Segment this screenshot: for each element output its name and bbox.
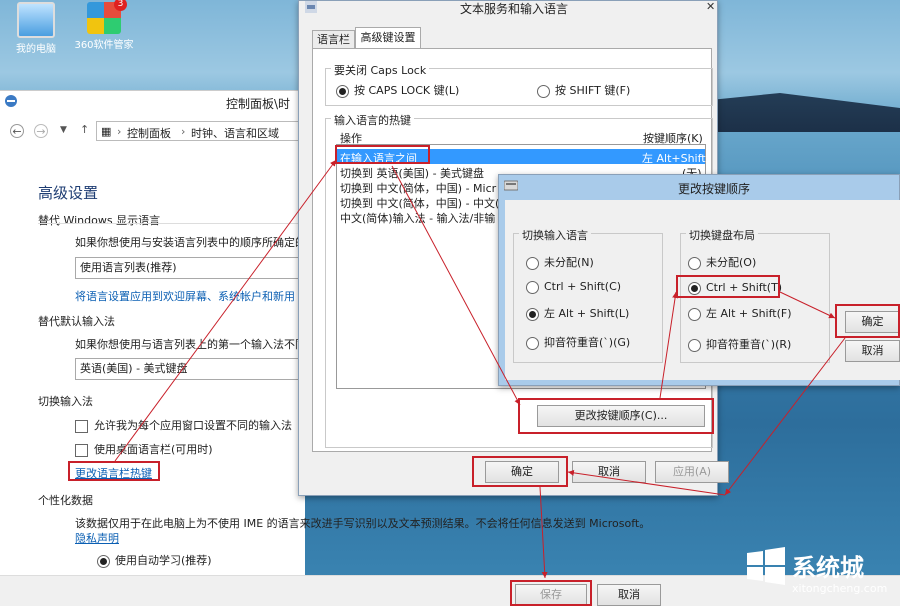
arrow [724,337,846,496]
annotation-arrows [114,159,846,579]
arrow [659,291,679,399]
arrow [114,159,337,462]
arrow [567,469,726,496]
arrow [539,486,548,579]
arrow [391,165,521,406]
arrow [779,291,836,319]
